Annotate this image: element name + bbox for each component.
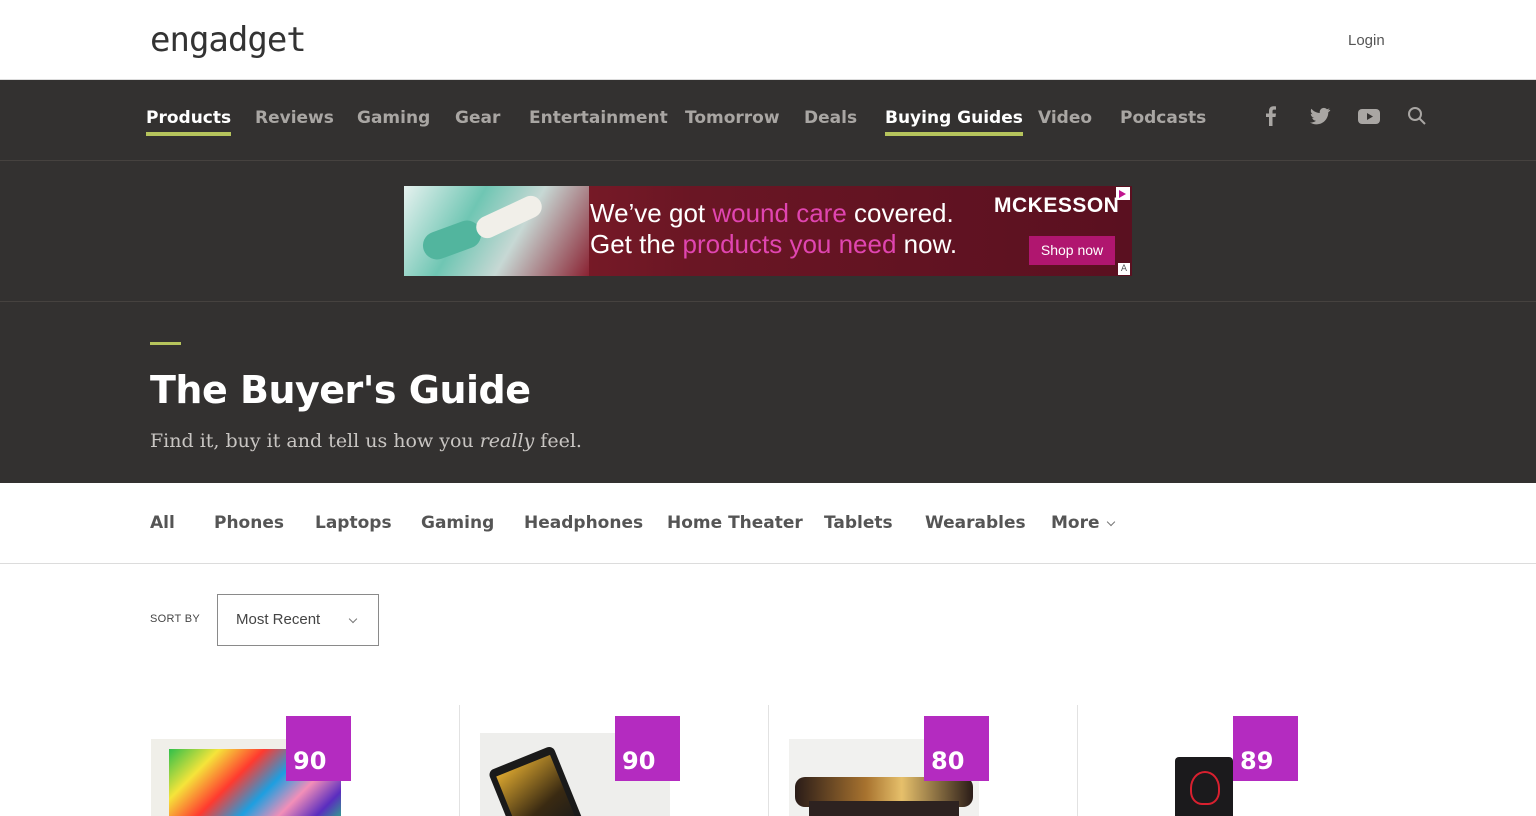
nav-item-podcasts[interactable]: Podcasts bbox=[1120, 108, 1206, 128]
nav-item-buying-guides[interactable]: Buying Guides bbox=[885, 108, 1023, 136]
nav-item-deals[interactable]: Deals bbox=[804, 108, 857, 128]
nav-item-tomorrow[interactable]: Tomorrow bbox=[685, 108, 780, 128]
chevron-down-icon bbox=[1106, 517, 1115, 527]
chevron-down-icon bbox=[348, 614, 358, 624]
page-title: The Buyer's Guide bbox=[150, 368, 531, 412]
score-badge[interactable]: 90 bbox=[615, 716, 680, 781]
nav-item-gear[interactable]: Gear bbox=[455, 108, 500, 128]
sort-by-label: SORT BY bbox=[150, 613, 200, 625]
score-badge[interactable]: 89 bbox=[1233, 716, 1298, 781]
score-badge[interactable]: 90 bbox=[286, 716, 351, 781]
ad-photo bbox=[404, 186, 589, 276]
ad-shop-now-button[interactable]: Shop now bbox=[1029, 236, 1115, 265]
product-card[interactable]: 90 bbox=[459, 705, 768, 816]
tab-home-theater[interactable]: Home Theater bbox=[667, 513, 803, 533]
adchoices-icon[interactable] bbox=[1116, 187, 1130, 200]
ad-headline-line2: Get the products you need now. bbox=[590, 229, 958, 259]
tab-tablets[interactable]: Tablets bbox=[824, 513, 893, 533]
product-card[interactable]: 90 bbox=[150, 705, 459, 816]
tab-phones[interactable]: Phones bbox=[214, 513, 284, 533]
ad-band: We’ve got wound care covered. Get the pr… bbox=[0, 161, 1536, 302]
mckesson-ad-banner[interactable]: We’ve got wound care covered. Get the pr… bbox=[404, 186, 1132, 276]
main-nav: Products Reviews Gaming Gear Entertainme… bbox=[0, 80, 1536, 161]
page-subtitle: Find it, buy it and tell us how you real… bbox=[150, 430, 582, 452]
top-bar: engadget Login bbox=[0, 0, 1536, 80]
ad-brand-logo: MCKESSON bbox=[994, 194, 1120, 217]
facebook-icon[interactable] bbox=[1259, 104, 1283, 128]
engadget-logo[interactable]: engadget bbox=[150, 20, 307, 60]
tab-laptops[interactable]: Laptops bbox=[315, 513, 392, 533]
ad-badge-icon[interactable]: A bbox=[1118, 263, 1130, 275]
login-link[interactable]: Login bbox=[1348, 32, 1385, 49]
tab-all[interactable]: All bbox=[150, 513, 175, 533]
category-tabs: All Phones Laptops Gaming Headphones Hom… bbox=[0, 483, 1536, 564]
tab-more-label: More bbox=[1051, 513, 1100, 533]
youtube-icon[interactable] bbox=[1357, 104, 1381, 128]
sort-selected-value: Most Recent bbox=[236, 611, 321, 628]
nav-item-products[interactable]: Products bbox=[146, 108, 232, 136]
twitter-icon[interactable] bbox=[1308, 104, 1332, 128]
nav-item-reviews[interactable]: Reviews bbox=[255, 108, 334, 128]
hero-section: The Buyer's Guide Find it, buy it and te… bbox=[0, 302, 1536, 483]
nav-item-entertainment[interactable]: Entertainment bbox=[529, 108, 668, 128]
sort-select[interactable]: Most Recent bbox=[217, 594, 379, 646]
nav-item-video[interactable]: Video bbox=[1038, 108, 1092, 128]
product-card[interactable]: 89 bbox=[1077, 705, 1386, 816]
tab-gaming[interactable]: Gaming bbox=[421, 513, 494, 533]
search-icon[interactable] bbox=[1405, 104, 1429, 128]
hero-accent-rule bbox=[150, 342, 181, 345]
nav-item-gaming[interactable]: Gaming bbox=[357, 108, 430, 128]
tab-headphones[interactable]: Headphones bbox=[524, 513, 643, 533]
tab-wearables[interactable]: Wearables bbox=[925, 513, 1026, 533]
ad-headline-line1: We’ve got wound care covered. bbox=[590, 198, 954, 228]
score-badge[interactable]: 80 bbox=[924, 716, 989, 781]
product-card[interactable]: 80 bbox=[768, 705, 1077, 816]
tab-more[interactable]: More bbox=[1051, 513, 1115, 533]
